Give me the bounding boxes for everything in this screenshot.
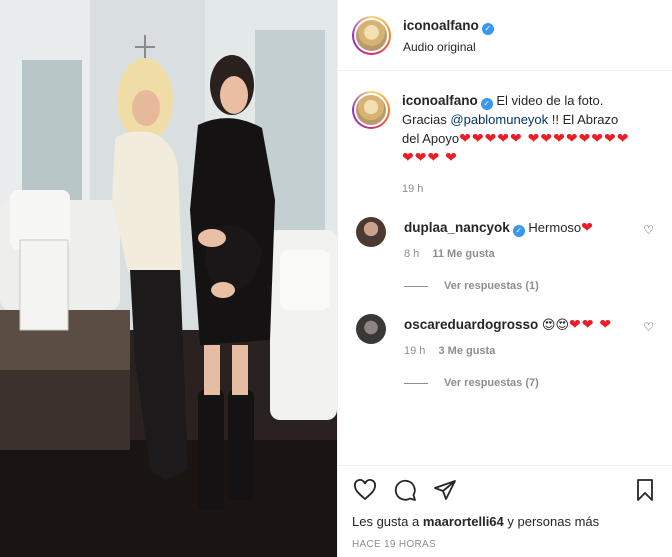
- verified-badge-icon: ✓: [480, 97, 493, 110]
- author-username[interactable]: iconoalfano: [403, 18, 479, 33]
- comment-username[interactable]: duplaa_nancyok: [404, 220, 510, 235]
- view-replies-label: Ver respuestas (7): [444, 377, 539, 389]
- comments-section: iconoalfano ✓ El video de la foto. Gracia…: [338, 71, 672, 465]
- post-header: iconoalfano ✓ Audio original: [338, 0, 672, 71]
- likes-suffix: y personas más: [503, 514, 600, 529]
- post-side-panel: iconoalfano ✓ Audio original iconoalfano ✓…: [337, 0, 672, 557]
- paper-plane-icon[interactable]: [432, 477, 458, 503]
- bookmark-icon[interactable]: [632, 477, 658, 503]
- post-video[interactable]: [0, 0, 337, 557]
- comment-time[interactable]: 19 h: [404, 345, 425, 357]
- video-frame: [0, 0, 337, 557]
- replies-divider: [404, 382, 428, 384]
- instagram-post: iconoalfano ✓ Audio original iconoalfano ✓…: [0, 0, 672, 557]
- likes-summary: Les gusta a maarortelli64 y personas más: [352, 514, 658, 529]
- heart-outline-icon[interactable]: ♡: [643, 320, 654, 334]
- post-actions: Les gusta a maarortelli64 y personas más…: [338, 465, 672, 557]
- comment-item: oscareduardogrosso 😍😍❤❤ ❤ 19 h 3 Me gust…: [352, 314, 656, 357]
- caption-username[interactable]: iconoalfano: [402, 93, 478, 108]
- caption-time[interactable]: 19 h: [402, 183, 634, 195]
- author-avatar[interactable]: [352, 15, 391, 55]
- comment-time[interactable]: 8 h: [404, 248, 419, 260]
- heart-icon[interactable]: [352, 477, 378, 503]
- post-time-ago[interactable]: HACE 19 HORAS: [352, 539, 658, 550]
- likes-user[interactable]: maarortelli64: [423, 514, 504, 529]
- verified-badge-icon: ✓: [512, 225, 525, 237]
- comment-text: Hermoso: [528, 220, 582, 235]
- comment-likes[interactable]: 3 Me gusta: [438, 345, 495, 357]
- comment-emoji: 😍😍: [541, 317, 570, 332]
- view-replies-label: Ver respuestas (1): [444, 280, 539, 292]
- comment-avatar[interactable]: [356, 314, 386, 344]
- view-replies-button[interactable]: Ver respuestas (7): [404, 377, 656, 389]
- comment-item: duplaa_nancyok ✓ Hermoso❤ 8 h 11 Me gusta…: [352, 217, 656, 260]
- audio-label[interactable]: Audio original: [403, 40, 494, 55]
- caption-mention[interactable]: @pablomuneyok: [450, 112, 548, 127]
- comment-username[interactable]: oscareduardogrosso: [404, 317, 538, 332]
- comment-hearts: ❤❤ ❤: [569, 316, 613, 332]
- heart-outline-icon[interactable]: ♡: [643, 223, 654, 237]
- view-replies-button[interactable]: Ver respuestas (1): [404, 280, 656, 292]
- verified-badge-icon: ✓: [481, 22, 494, 35]
- comment-likes[interactable]: 11 Me gusta: [432, 248, 494, 260]
- post-caption: iconoalfano ✓ El video de la foto. Gracia…: [352, 91, 656, 195]
- comment-avatar[interactable]: [356, 217, 386, 247]
- likes-prefix: Les gusta a: [352, 514, 423, 529]
- comment-hearts: ❤: [581, 219, 594, 235]
- replies-divider: [404, 285, 428, 287]
- caption-avatar[interactable]: [352, 91, 390, 129]
- comment-icon[interactable]: [392, 477, 418, 503]
